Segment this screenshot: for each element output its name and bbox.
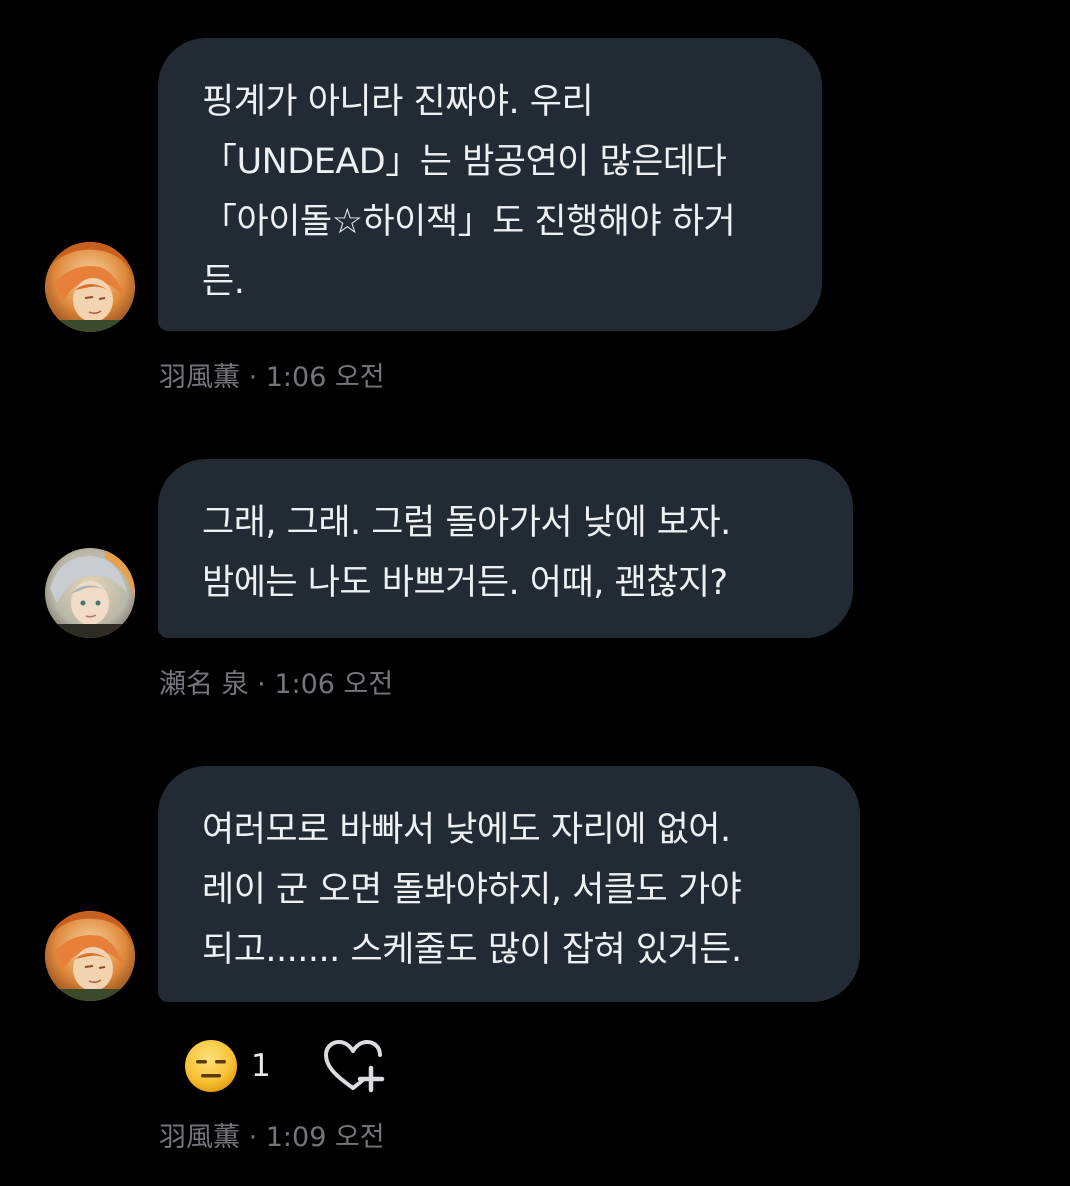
avatar-hakaze-kaoru[interactable] xyxy=(45,242,135,332)
orange-hair-avatar-icon xyxy=(45,911,135,1001)
meta-separator: · xyxy=(240,1122,266,1153)
sender-name: 羽風薫 xyxy=(159,362,240,393)
message-text-line: 「UNDEAD」는 밤공연이 많은데다 xyxy=(202,142,727,182)
message-time: 1:06 오전 xyxy=(274,669,394,700)
avatar-hakaze-kaoru[interactable] xyxy=(45,911,135,1001)
message-time: 1:09 오전 xyxy=(265,1122,385,1153)
message-bubble[interactable]: 핑계가 아니라 진짜야. 우리 「UNDEAD」는 밤공연이 많은데다 「아이돌… xyxy=(158,38,822,331)
meta-separator: · xyxy=(248,669,275,700)
message-meta: 羽風薫 · 1:09 오전 xyxy=(159,1115,385,1154)
message-text-line: 「아이돌☆하이잭」도 진행해야 하거 xyxy=(202,202,736,242)
reaction-count: 1 xyxy=(251,1048,271,1084)
meta-separator: · xyxy=(240,362,266,393)
message-bubble[interactable]: 여러모로 바빠서 낮에도 자리에 없어. 레이 군 오면 돌봐야하지, 서클도 … xyxy=(158,766,860,1002)
message-text-line: 든. xyxy=(202,262,245,302)
message-text-line: 여러모로 바빠서 낮에도 자리에 없어. xyxy=(202,810,731,850)
message-bubble[interactable]: 그래, 그래. 그럼 돌아가서 낮에 보자. 밤에는 나도 바쁘거든. 어때, … xyxy=(158,459,853,638)
message-time: 1:06 오전 xyxy=(265,362,385,393)
sender-name: 瀬名 泉 xyxy=(159,669,249,700)
message-text-line: 그래, 그래. 그럼 돌아가서 낮에 보자. xyxy=(202,503,731,543)
silver-hair-avatar-icon xyxy=(45,548,135,638)
reaction-pill[interactable]: 1 xyxy=(183,1038,271,1094)
expressionless-face-icon xyxy=(185,1040,237,1092)
avatar-sena-izumi[interactable] xyxy=(45,548,135,638)
message-text-line: 핑계가 아니라 진짜야. 우리 xyxy=(202,82,594,122)
message-meta: 瀬名 泉 · 1:06 오전 xyxy=(159,662,393,701)
sender-name: 羽風薫 xyxy=(159,1122,240,1153)
message-meta: 羽風薫 · 1:06 오전 xyxy=(159,355,385,394)
message-text-line: 레이 군 오면 돌봐야하지, 서클도 가야 xyxy=(202,870,742,910)
heart-plus-icon[interactable] xyxy=(323,1038,385,1094)
message-text-line: 밤에는 나도 바쁘거든. 어때, 괜찮지? xyxy=(202,563,728,603)
reaction-bar: 1 xyxy=(183,1036,385,1096)
orange-hair-avatar-icon xyxy=(45,242,135,332)
message-text-line: 되고....... 스케줄도 많이 잡혀 있거든. xyxy=(202,930,742,970)
